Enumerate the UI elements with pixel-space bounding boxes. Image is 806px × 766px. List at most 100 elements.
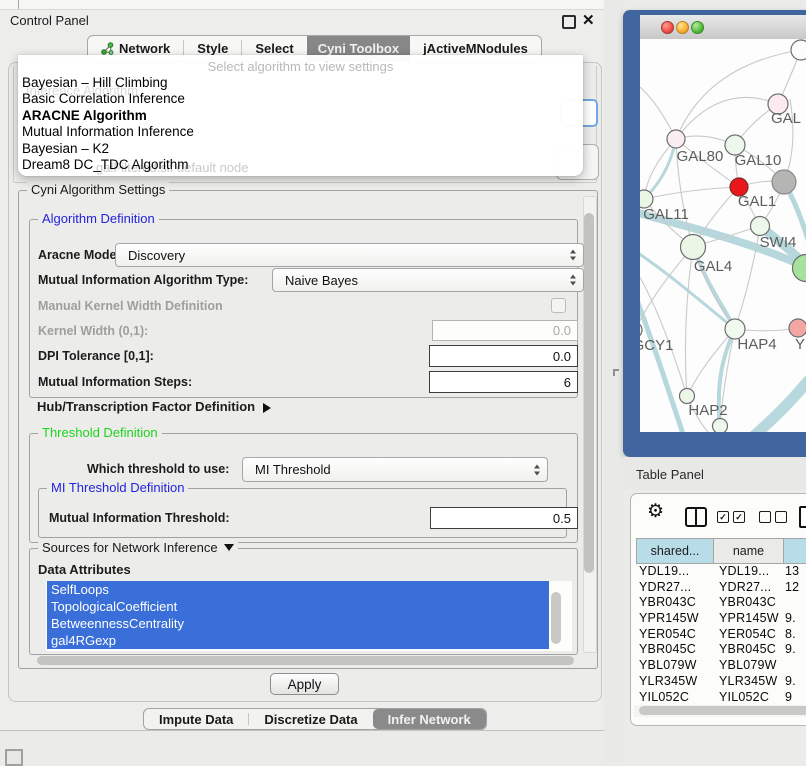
table-panel: ⚙ ✓ ✓ shared... name YDL19...YDL19...13 … xyxy=(630,493,806,726)
node-label: SWI4 xyxy=(760,234,797,251)
which-threshold-combo[interactable]: MI Threshold xyxy=(242,457,548,482)
table-panel-bar: Table Panel xyxy=(623,457,806,490)
node-label: HAP2 xyxy=(688,402,727,419)
tab-infer-network[interactable]: Infer Network xyxy=(373,709,486,729)
table-row[interactable]: YLR345WYLR345W9. xyxy=(636,674,806,690)
algorithm-definition-group: Algorithm Definition Aracne Mode: Discov… xyxy=(29,219,578,398)
threshold-definition-group: Threshold Definition Which threshold to … xyxy=(29,433,578,543)
cell: 9. xyxy=(784,674,806,690)
cell xyxy=(784,595,806,611)
network-node[interactable] xyxy=(791,40,806,60)
network-canvas[interactable]: GAL GAL80 GAL10 GAL1 GAL11 SWI4 GAL4 GCY… xyxy=(640,39,806,432)
collapse-arrow-icon[interactable] xyxy=(224,544,234,551)
dropdown-item[interactable]: Mutual Information Inference xyxy=(22,124,579,140)
settings-scrollbar-thumb[interactable] xyxy=(584,213,594,573)
float-window-icon[interactable] xyxy=(562,15,576,29)
attribute-list-scrollbar-thumb[interactable] xyxy=(551,592,561,644)
stepper-icon xyxy=(570,275,577,286)
kernel-width-value: 0.0 xyxy=(553,323,571,338)
attribute-item[interactable]: gal4RGexp xyxy=(47,632,549,649)
apply-button[interactable]: Apply xyxy=(270,673,339,695)
column-header-shared-name[interactable]: shared... xyxy=(636,538,714,564)
splitter-handle[interactable] xyxy=(613,369,619,376)
settings-hscrollbar-thumb[interactable] xyxy=(37,656,574,665)
attribute-item[interactable]: TopologicalCoefficient xyxy=(47,598,549,615)
close-icon[interactable]: ✕ xyxy=(582,11,595,29)
panel-splitter[interactable] xyxy=(604,0,623,762)
manual-kernel-checkbox[interactable] xyxy=(551,298,566,313)
cell xyxy=(784,658,806,674)
mi-steps-input[interactable]: 6 xyxy=(429,371,578,393)
checked-box-icon[interactable]: ✓ xyxy=(733,511,745,523)
threshold-definition-title: Threshold Definition xyxy=(38,425,162,440)
gear-icon[interactable]: ⚙ xyxy=(647,502,664,521)
cell: YLR345W xyxy=(714,674,784,690)
hub-definition-expander[interactable]: Hub/Transcription Factor Definition xyxy=(37,399,271,414)
tab-impute-data-label: Impute Data xyxy=(159,712,233,727)
dropdown-item[interactable]: Dream8 DC_TDC Algorithm xyxy=(22,157,579,173)
table-row[interactable]: YIL052CYIL052C9 xyxy=(636,690,806,706)
panel-title: Control Panel xyxy=(10,13,89,28)
attribute-item[interactable]: BetweennessCentrality xyxy=(47,615,549,632)
network-node[interactable] xyxy=(640,322,642,338)
table-row[interactable]: YER054CYER054C8. xyxy=(636,627,806,643)
tab-discretize-data[interactable]: Discretize Data xyxy=(249,709,372,729)
tab-impute-data[interactable]: Impute Data xyxy=(144,709,248,729)
tab-style-label: Style xyxy=(197,41,228,56)
table-row[interactable]: YBR045CYBR045C9. xyxy=(636,642,806,658)
cell: YDL19... xyxy=(636,564,714,580)
network-icon xyxy=(101,42,114,55)
network-node[interactable] xyxy=(751,217,770,236)
table-row[interactable]: YBR043CYBR043C xyxy=(636,595,806,611)
aracne-mode-label: Aracne Mode: xyxy=(38,248,121,262)
data-attributes-label: Data Attributes xyxy=(38,562,131,577)
cell: 12 xyxy=(784,580,806,596)
attribute-item[interactable]: SelfLoops xyxy=(47,581,549,598)
table-row[interactable]: YPR145WYPR145W9. xyxy=(636,611,806,627)
network-node[interactable] xyxy=(667,130,685,148)
dropdown-item-selected[interactable]: ARACNE Algorithm xyxy=(22,108,579,124)
dropdown-item[interactable]: Basic Correlation Inference xyxy=(22,91,579,107)
table-hscrollbar-thumb[interactable] xyxy=(639,706,806,715)
split-columns-icon[interactable] xyxy=(685,507,707,527)
new-table-icon[interactable] xyxy=(799,506,806,528)
table-row[interactable]: YBL079WYBL079W xyxy=(636,658,806,674)
unchecked-box-icon[interactable] xyxy=(759,511,771,523)
dpi-tolerance-value: 0.0 xyxy=(553,349,571,364)
column-header-partial[interactable] xyxy=(783,538,806,564)
minimized-panel-icon[interactable] xyxy=(5,749,23,766)
which-threshold-value: MI Threshold xyxy=(255,462,331,477)
table-row[interactable]: YDL19...YDL19...13 xyxy=(636,564,806,580)
network-node[interactable] xyxy=(772,170,796,194)
unchecked-box-icon[interactable] xyxy=(775,511,787,523)
cell: YDR27... xyxy=(636,580,714,596)
algorithm-definition-title: Algorithm Definition xyxy=(38,211,159,226)
node-label: GAL10 xyxy=(735,152,782,169)
hub-definition-label: Hub/Transcription Factor Definition xyxy=(37,399,255,414)
cell: YBR043C xyxy=(636,595,714,611)
network-node[interactable] xyxy=(681,235,706,260)
cell: 9. xyxy=(784,642,806,658)
mi-type-combo[interactable]: Naive Bayes xyxy=(272,268,584,292)
column-header-name[interactable]: name xyxy=(713,538,784,564)
algorithm-dropdown: Inference Algorithm galFiltered.sif defa… xyxy=(18,55,583,176)
network-node[interactable] xyxy=(789,319,806,337)
dpi-tolerance-input[interactable]: 0.0 xyxy=(429,345,578,367)
apply-button-label: Apply xyxy=(288,677,322,692)
dropdown-item[interactable]: Bayesian – Hill Climbing xyxy=(22,75,579,91)
settings-group-title: Cyni Algorithm Settings xyxy=(27,182,169,197)
minimize-button[interactable] xyxy=(676,21,689,34)
zoom-button[interactable] xyxy=(691,21,704,34)
mi-threshold-input[interactable]: 0.5 xyxy=(430,507,578,529)
network-window-titlebar[interactable] xyxy=(640,15,806,40)
kernel-width-input[interactable]: 0.0 xyxy=(432,320,578,341)
sources-group: Sources for Network Inference Data Attri… xyxy=(29,548,578,655)
tab-cyni-toolbox-label: Cyni Toolbox xyxy=(318,41,399,56)
checked-box-icon[interactable]: ✓ xyxy=(717,511,729,523)
close-button[interactable] xyxy=(661,21,674,34)
aracne-mode-combo[interactable]: Discovery xyxy=(115,243,584,267)
table-row[interactable]: YDR27...YDR27...12 xyxy=(636,580,806,596)
aracne-mode-value: Discovery xyxy=(128,248,185,263)
dropdown-item[interactable]: Bayesian – K2 xyxy=(22,141,579,157)
network-node[interactable] xyxy=(713,419,728,433)
